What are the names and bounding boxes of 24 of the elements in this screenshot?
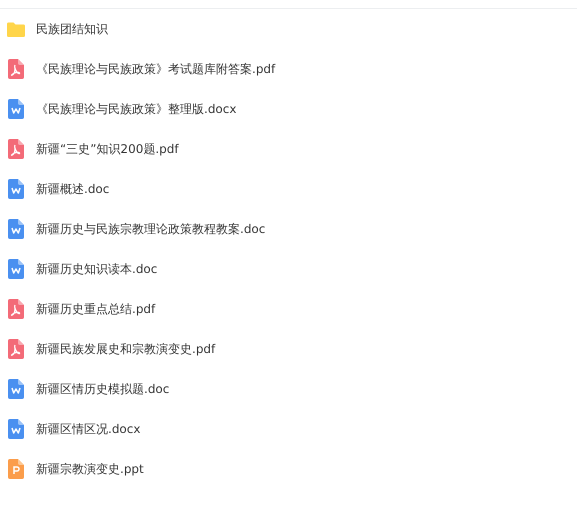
pdf-file-icon [8, 299, 24, 319]
folder-name[interactable]: 民族团结知识 [36, 20, 108, 38]
file-name[interactable]: 《民族理论与民族政策》考试题库附答案.pdf [36, 60, 276, 78]
file-name[interactable]: 新疆宗教演变史.ppt [36, 460, 144, 478]
file-name[interactable]: 新疆概述.doc [36, 180, 110, 198]
folder-icon [7, 22, 25, 36]
pdf-file-icon [8, 139, 24, 159]
file-name[interactable]: 新疆历史重点总结.pdf [36, 300, 156, 318]
pdf-file-icon [8, 59, 24, 79]
file-name[interactable]: 新疆历史与民族宗教理论政策教程教案.doc [36, 220, 266, 238]
word-file-icon [8, 419, 24, 439]
word-file-icon [8, 219, 24, 239]
word-file-icon [8, 379, 24, 399]
file-name[interactable]: 新疆历史知识读本.doc [36, 260, 158, 278]
file-name[interactable]: 新疆区情历史模拟题.doc [36, 380, 170, 398]
file-name[interactable]: 新疆民族发展史和宗教演变史.pdf [36, 340, 216, 358]
word-file-icon [8, 179, 24, 199]
file-name[interactable]: 《民族理论与民族政策》整理版.docx [36, 100, 236, 118]
file-name[interactable]: 新疆区情区况.docx [36, 420, 140, 438]
ppt-file-icon [8, 459, 24, 479]
file-name[interactable]: 新疆“三史”知识200题.pdf [36, 140, 179, 158]
word-file-icon [8, 259, 24, 279]
word-file-icon [8, 99, 24, 119]
pdf-file-icon [8, 339, 24, 359]
